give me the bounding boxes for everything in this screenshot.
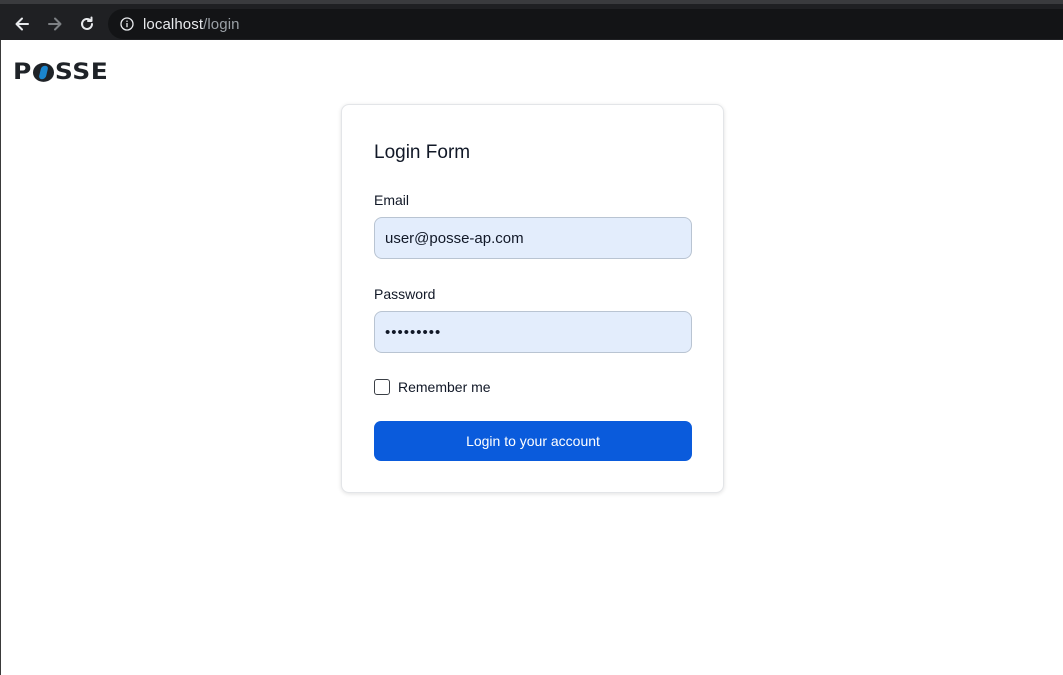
url-host: localhost	[143, 15, 204, 33]
reload-icon	[81, 16, 93, 30]
info-icon[interactable]	[120, 17, 134, 31]
browser-toolbar: localhost/login	[0, 0, 1063, 40]
arrow-right-icon	[48, 17, 62, 31]
url-text: localhost/login	[143, 16, 240, 33]
page-content: PSSE Login Form Email Password Remember …	[0, 40, 1063, 675]
address-bar[interactable]: localhost/login	[108, 9, 1063, 39]
form-title: Login Form	[374, 142, 471, 163]
back-button[interactable]	[9, 11, 35, 37]
posse-logo: P SSE	[13, 58, 109, 85]
remember-me-row[interactable]: Remember me	[374, 379, 491, 395]
remember-me-label[interactable]: Remember me	[398, 379, 491, 395]
password-label: Password	[374, 286, 436, 302]
arrow-left-icon	[15, 17, 29, 31]
remember-me-checkbox[interactable]	[374, 379, 390, 395]
url-path: /login	[203, 15, 240, 33]
password-field[interactable]	[374, 311, 692, 353]
email-field[interactable]	[374, 217, 692, 259]
reload-button[interactable]	[74, 11, 100, 37]
forward-button[interactable]	[42, 11, 68, 37]
email-label: Email	[374, 192, 410, 208]
logo-o-mark	[32, 62, 54, 82]
login-card: Login Form Email Password Remember me Lo…	[341, 104, 724, 493]
login-button[interactable]: Login to your account	[374, 421, 692, 461]
